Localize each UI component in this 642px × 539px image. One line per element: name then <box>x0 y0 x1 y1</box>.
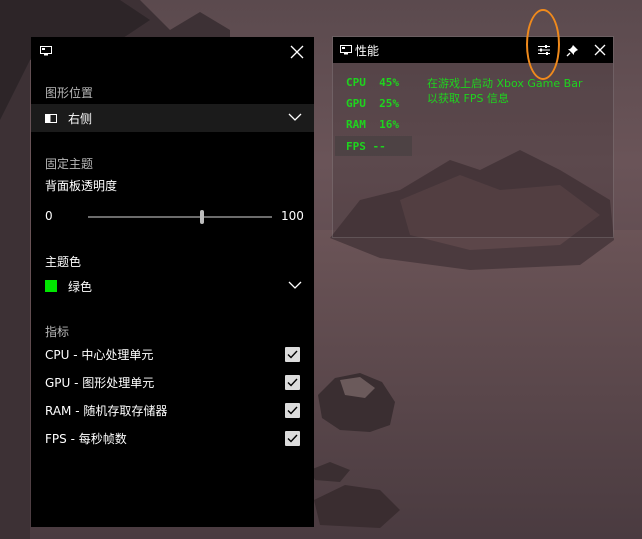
ram-readout: RAM 16% <box>346 118 399 131</box>
fps-checkbox[interactable] <box>285 430 300 446</box>
checkmark-icon <box>287 406 298 415</box>
close-icon <box>594 44 606 56</box>
checkmark-icon <box>287 434 298 443</box>
pinned-theme-heading: 固定主题 <box>45 157 94 171</box>
desktop: 图形位置 右侧 固定主题 背面板透明度 0 100 主题色 绿色 指标 CPU … <box>0 0 642 539</box>
ram-metric-row[interactable]: RAM - 随机存取存储器 <box>45 399 300 421</box>
opacity-slider-track[interactable] <box>88 216 272 218</box>
close-icon <box>290 45 304 59</box>
checkmark-icon <box>287 378 298 387</box>
gpu-metric-label: GPU - 图形处理单元 <box>45 375 155 390</box>
fps-hint-line-2: 以获取 FPS 信息 <box>427 92 509 105</box>
opacity-min-label: 0 <box>45 209 53 223</box>
dock-side-icon <box>45 113 57 123</box>
theme-color-heading: 主题色 <box>45 255 82 269</box>
fps-metric-row[interactable]: FPS - 每秒帧数 <box>45 427 300 449</box>
fps-metric-label: FPS - 每秒帧数 <box>45 431 127 446</box>
game-bar-widget-icon <box>40 46 52 56</box>
chevron-down-icon <box>288 113 302 121</box>
ram-checkbox[interactable] <box>285 402 300 418</box>
widget-title: 性能 <box>355 44 380 58</box>
close-button[interactable] <box>286 41 308 63</box>
pin-button[interactable] <box>562 40 582 60</box>
cpu-metric-row[interactable]: CPU - 中心处理单元 <box>45 343 300 365</box>
indicators-heading: 指标 <box>45 325 70 339</box>
opacity-label: 背面板透明度 <box>45 179 118 193</box>
graph-position-heading: 图形位置 <box>45 86 94 100</box>
performance-settings-panel: 图形位置 右侧 固定主题 背面板透明度 0 100 主题色 绿色 指标 CPU … <box>31 37 314 527</box>
gpu-checkbox[interactable] <box>285 374 300 390</box>
cpu-checkbox[interactable] <box>285 346 300 362</box>
position-dropdown[interactable]: 右侧 <box>31 104 314 132</box>
opacity-slider-thumb[interactable] <box>200 210 205 224</box>
game-bar-widget-icon <box>340 45 352 55</box>
cpu-readout: CPU 45% <box>346 76 399 89</box>
opacity-max-label: 100 <box>281 209 304 223</box>
fps-readout: FPS -- <box>346 140 386 153</box>
widget-close-button[interactable] <box>590 40 610 60</box>
ram-metric-label: RAM - 随机存取存储器 <box>45 403 168 418</box>
theme-color-value: 绿色 <box>68 279 93 294</box>
widget-settings-button[interactable] <box>534 40 554 60</box>
theme-color-dropdown[interactable]: 绿色 <box>31 272 314 300</box>
chevron-down-icon <box>288 281 302 289</box>
fps-hint-line-1: 在游戏上启动 Xbox Game Bar <box>427 77 583 90</box>
gpu-metric-row[interactable]: GPU - 图形处理单元 <box>45 371 300 393</box>
color-swatch <box>45 280 57 292</box>
performance-widget: 性能 CPU 45% GPU 25% RAM 16% FPS -- 在游戏上启动… <box>332 36 614 238</box>
checkmark-icon <box>287 350 298 359</box>
sliders-icon <box>538 45 550 55</box>
widget-titlebar[interactable]: 性能 <box>333 37 613 63</box>
fps-hint: 在游戏上启动 Xbox Game Bar 以获取 FPS 信息 <box>427 76 582 106</box>
cpu-metric-label: CPU - 中心处理单元 <box>45 347 154 362</box>
gpu-readout: GPU 25% <box>346 97 399 110</box>
position-dropdown-value: 右侧 <box>68 111 93 126</box>
pin-icon <box>566 44 578 56</box>
